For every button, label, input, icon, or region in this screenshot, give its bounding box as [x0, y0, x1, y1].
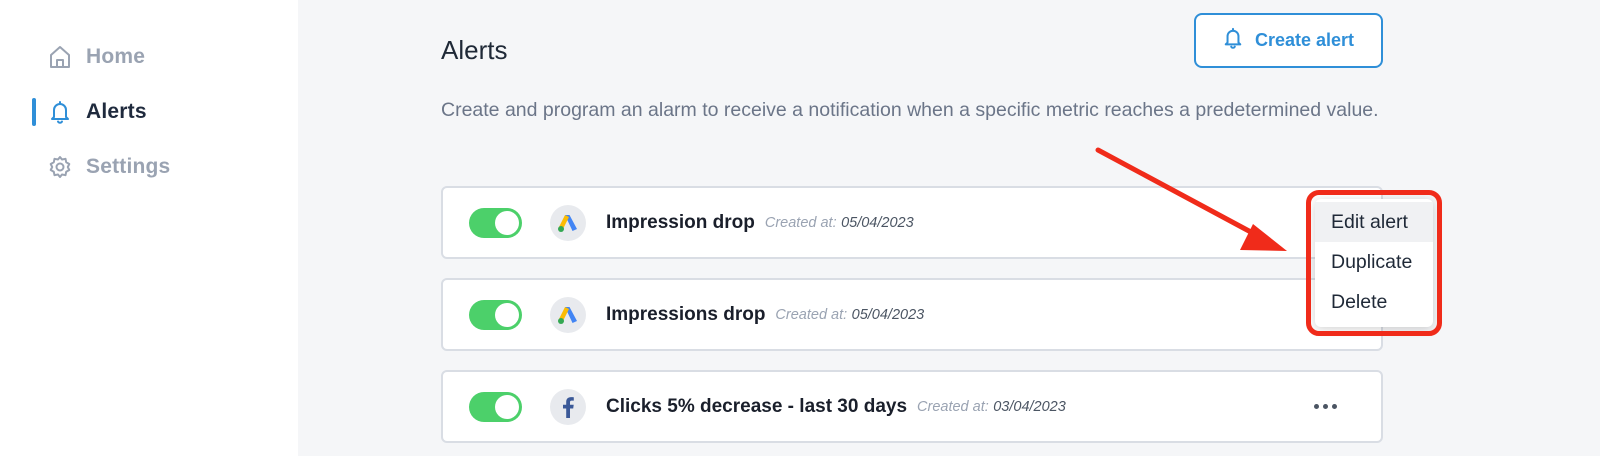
more-options-button[interactable] [1311, 394, 1339, 418]
created-label: Created at: [917, 398, 989, 415]
create-alert-button[interactable]: Create alert [1194, 13, 1383, 68]
toggle-knob [495, 395, 519, 419]
google-ads-icon [550, 297, 586, 333]
alert-name[interactable]: Impressions drop [606, 304, 765, 326]
gear-icon [48, 155, 72, 179]
created-date: 05/04/2023 [851, 306, 925, 323]
created-label: Created at: [775, 306, 848, 323]
google-ads-icon [550, 205, 586, 241]
more-dot-icon [1331, 403, 1337, 409]
more-dot-icon [1322, 403, 1328, 409]
alert-created: Created at: 05/04/2023 [765, 214, 914, 232]
annotation-highlight-box [1306, 190, 1442, 336]
sidebar-item-alerts[interactable]: Alerts [48, 100, 147, 124]
sidebar-item-label: Alerts [86, 100, 147, 123]
page-title: Alerts [441, 35, 508, 65]
alert-name[interactable]: Clicks 5% decrease - last 30 days [606, 396, 907, 418]
alert-row: Impression drop Created at: 05/04/2023 [441, 186, 1383, 259]
alert-toggle[interactable] [469, 208, 522, 238]
alert-toggle[interactable] [469, 300, 522, 330]
page-description: Create and program an alarm to receive a… [441, 99, 1379, 121]
created-label: Created at: [764, 214, 837, 231]
alert-info: Clicks 5% decrease - last 30 days Create… [606, 372, 1066, 441]
sidebar-item-label: Settings [86, 155, 171, 178]
bell-icon [1223, 27, 1243, 54]
alert-created: Created at: 03/04/2023 [917, 398, 1066, 416]
created-date: 05/04/2023 [841, 214, 914, 231]
bell-icon [48, 100, 72, 124]
create-alert-label: Create alert [1254, 30, 1355, 50]
alert-info: Impressions drop Created at: 05/04/2023 [606, 280, 924, 349]
alert-info: Impression drop Created at: 05/04/2023 [606, 188, 914, 257]
alert-row: Impressions drop Created at: 05/04/2023 [441, 278, 1383, 351]
sidebar: Home Alerts Settings [0, 0, 298, 456]
alert-toggle[interactable] [469, 392, 522, 422]
facebook-icon [550, 389, 586, 425]
sidebar-item-home[interactable]: Home [48, 45, 145, 69]
created-date: 03/04/2023 [993, 398, 1066, 415]
alert-name[interactable]: Impression drop [606, 212, 755, 234]
more-dot-icon [1313, 403, 1319, 409]
toggle-knob [495, 211, 519, 235]
sidebar-item-settings[interactable]: Settings [48, 155, 170, 179]
home-icon [48, 45, 72, 69]
toggle-knob [495, 303, 519, 327]
alert-row: Clicks 5% decrease - last 30 days Create… [441, 370, 1383, 443]
active-indicator [32, 98, 36, 126]
alert-created: Created at: 05/04/2023 [775, 306, 924, 324]
sidebar-item-label: Home [86, 45, 146, 68]
